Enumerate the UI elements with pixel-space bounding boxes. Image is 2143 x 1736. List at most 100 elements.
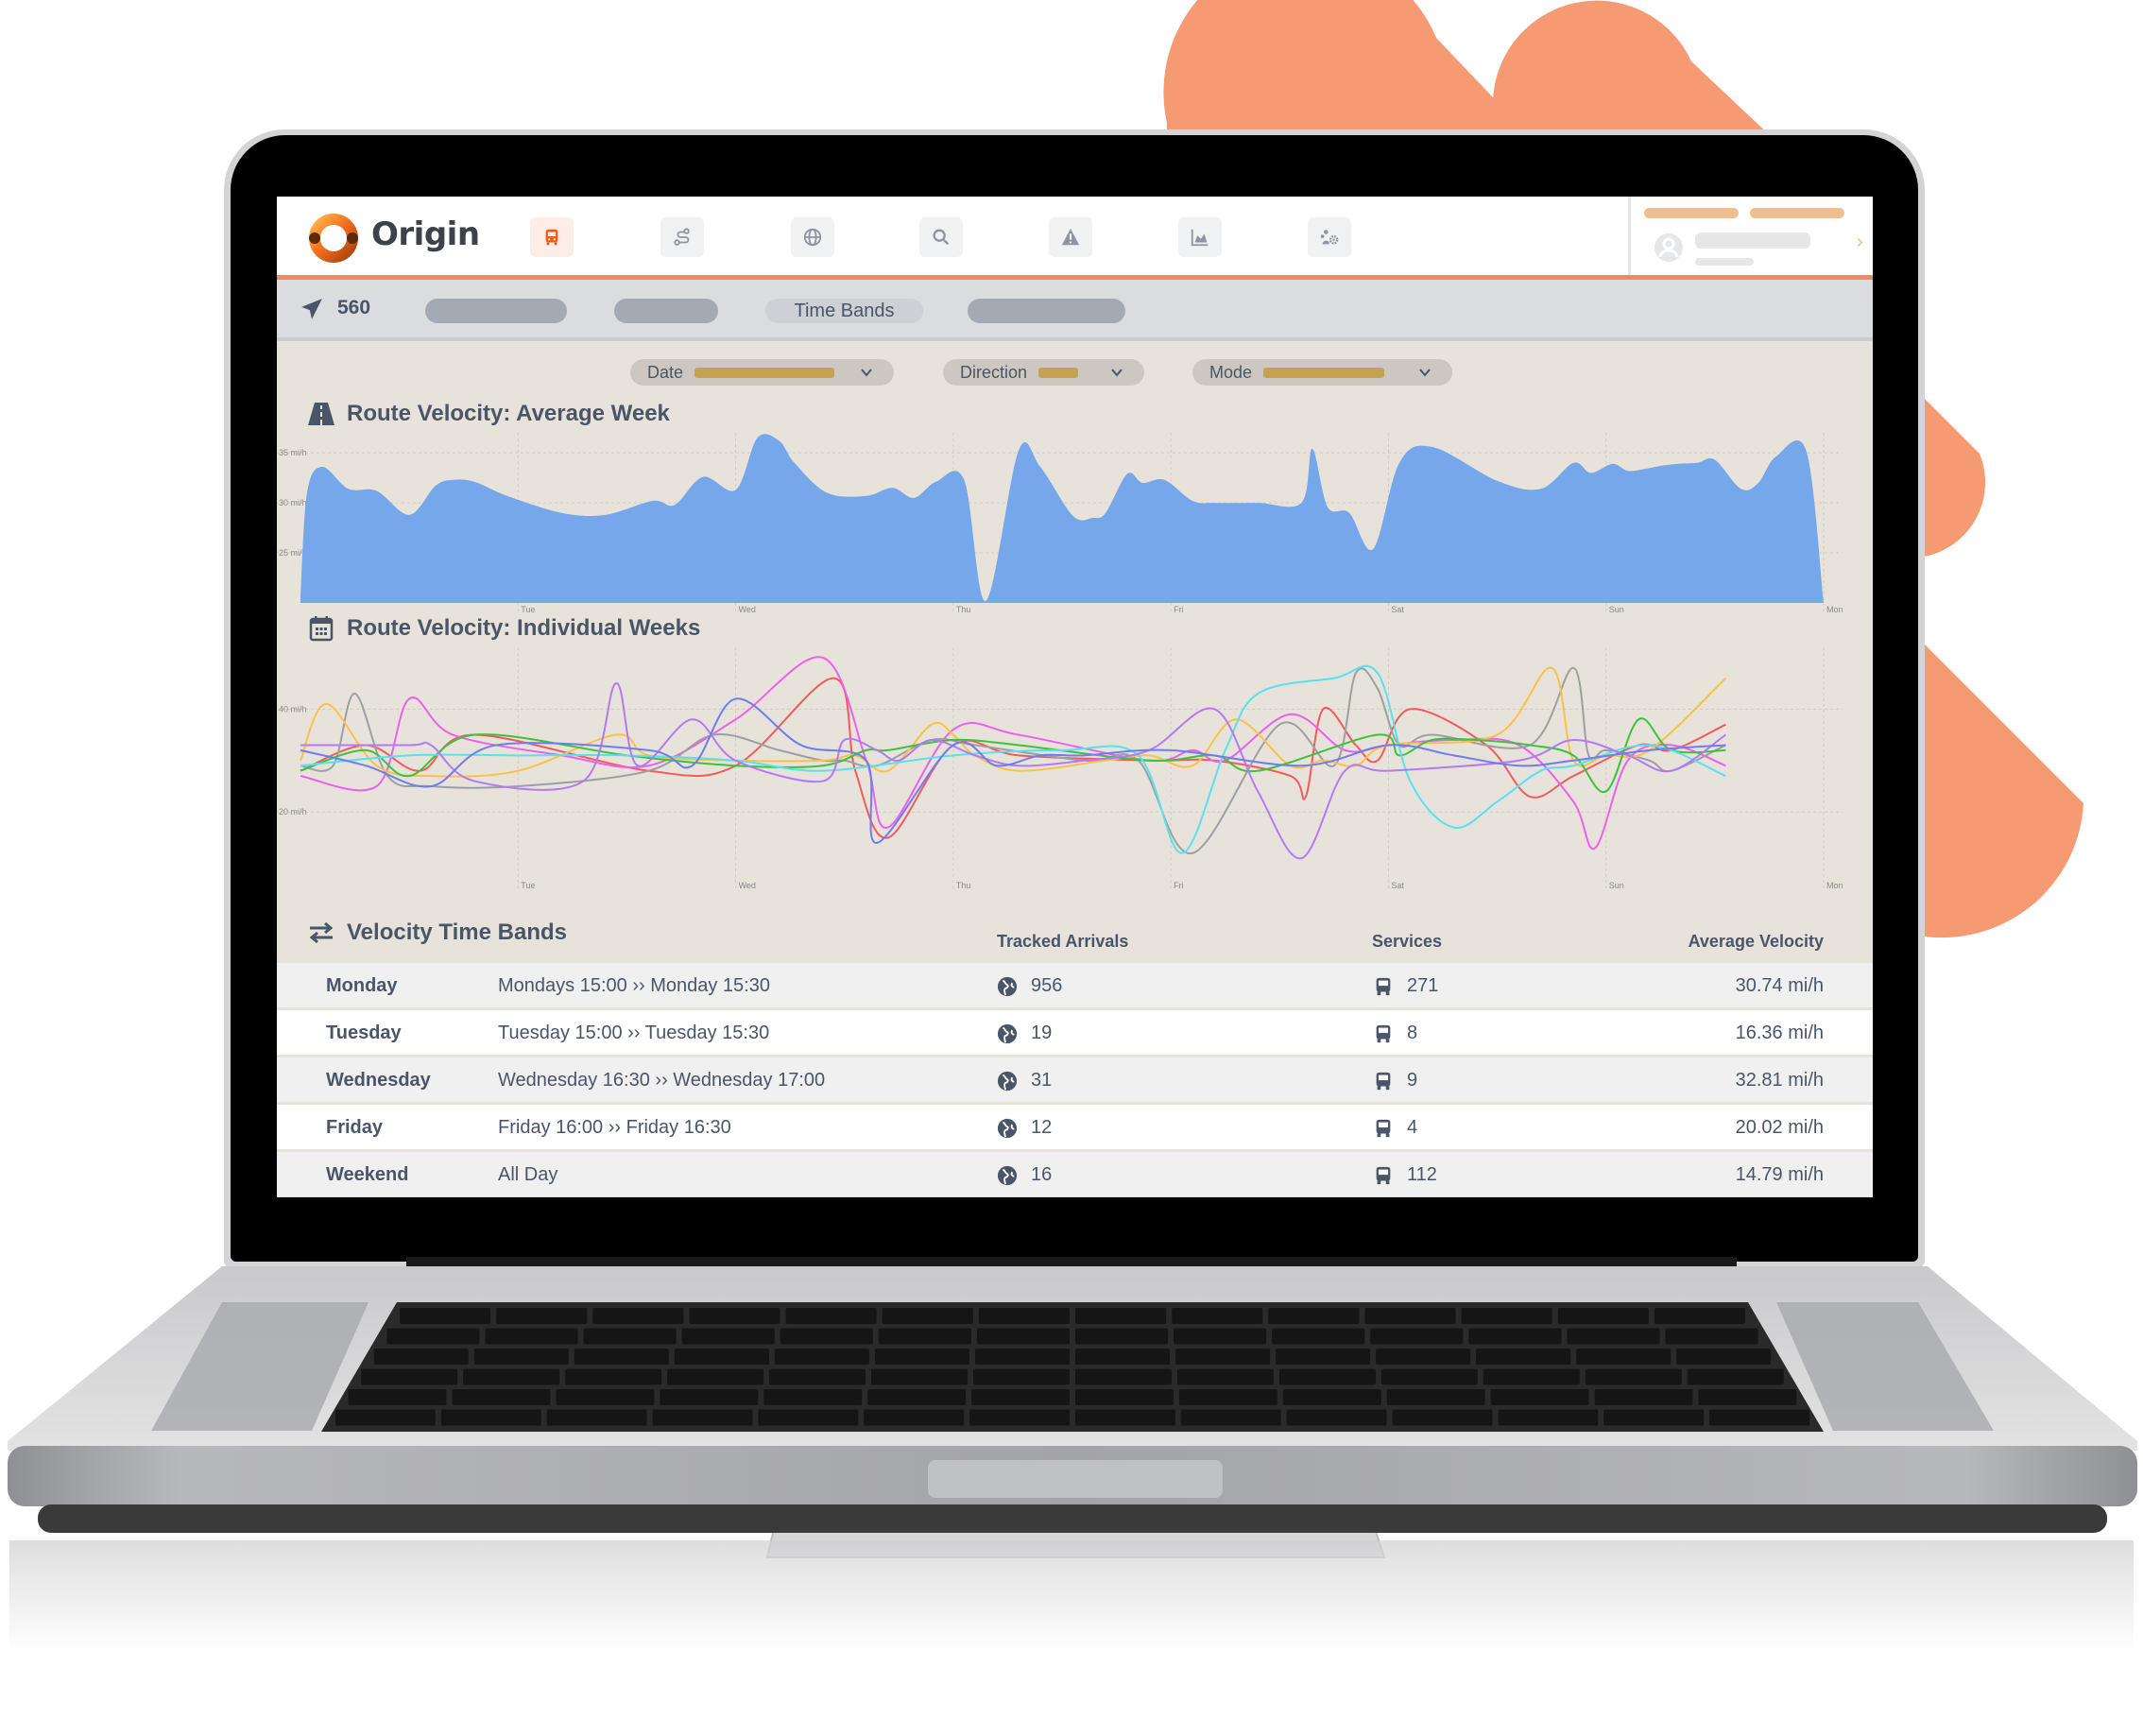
- keyboard-key: [1075, 1349, 1171, 1365]
- nav-alerts[interactable]: [1049, 217, 1092, 257]
- filter-date-value: [694, 367, 835, 378]
- keyboard-key: [1476, 1349, 1571, 1365]
- row-services: 4: [1373, 1117, 1417, 1139]
- keyboard-key: [681, 1328, 775, 1345]
- keyboard-key: [758, 1409, 859, 1426]
- row-arrivals: 956: [997, 975, 1062, 997]
- filter-direction[interactable]: Direction: [943, 359, 1144, 386]
- filter-date[interactable]: Date: [630, 359, 894, 386]
- keyboard-key: [1376, 1349, 1471, 1365]
- subnav-tab-time-bands[interactable]: Time Bands: [765, 299, 923, 323]
- keyboard-key: [1180, 1409, 1281, 1426]
- keyboard-key: [556, 1389, 655, 1405]
- keyboard-key: [667, 1368, 764, 1385]
- keyboard-key: [440, 1409, 541, 1426]
- x-tick-label: Wed: [739, 881, 756, 890]
- keyboard-key: [565, 1368, 662, 1385]
- route-number: 560: [337, 297, 371, 318]
- user-name-placeholder: [1695, 232, 1810, 249]
- nav-routes[interactable]: [660, 217, 704, 257]
- table-row[interactable]: Friday Friday 16:00 ›› Friday 16:30 12 4…: [277, 1102, 1873, 1149]
- keyboard-key: [1498, 1409, 1599, 1426]
- y-tick-label: 20 mi/h: [279, 807, 307, 816]
- timebands-title-text: Velocity Time Bands: [347, 920, 567, 945]
- row-time-band: Friday 16:00 ›› Friday 16:30: [498, 1117, 731, 1138]
- avg-chart-title: Route Velocity: Average Week: [307, 401, 670, 427]
- x-tick-label: Mon: [1826, 605, 1843, 614]
- keyboard-key: [1278, 1368, 1376, 1385]
- keyboard-key: [1286, 1409, 1387, 1426]
- keyboard-key: [1585, 1368, 1682, 1385]
- keyboard-key: [1364, 1308, 1456, 1324]
- keyboard-key: [1174, 1328, 1267, 1345]
- user-tag-placeholder: [1644, 208, 1739, 218]
- table-row[interactable]: Wednesday Wednesday 16:30 ›› Wednesday 1…: [277, 1055, 1873, 1102]
- keyboard-key: [1272, 1328, 1365, 1345]
- row-velocity: 30.74 mi/h: [1735, 975, 1824, 996]
- row-services: 9: [1373, 1070, 1417, 1091]
- x-tick-label: Thu: [956, 881, 971, 890]
- nav-search[interactable]: [919, 217, 963, 257]
- origin-logo-icon: [309, 214, 358, 263]
- laptop-base: [8, 1257, 2137, 1654]
- filter-direction-value: [1038, 367, 1079, 378]
- table-row[interactable]: Monday Mondays 15:00 ›› Monday 15:30 956…: [277, 960, 1873, 1007]
- keyboard-key: [1698, 1389, 1797, 1405]
- keyboard-key: [978, 1308, 1070, 1324]
- nav-users-settings[interactable]: [1308, 217, 1351, 257]
- keyboard-key: [361, 1368, 458, 1385]
- table-row[interactable]: Tuesday Tuesday 15:00 ›› Tuesday 15:30 1…: [277, 1007, 1873, 1055]
- app-screen: Origin › 560 Time Bands Date Direction M…: [277, 197, 1873, 1197]
- table-row[interactable]: Weekend All Day 16 112 14.79 mi/h: [277, 1149, 1873, 1196]
- subnav-tab-placeholder[interactable]: [425, 299, 567, 323]
- chevron-down-icon: [1111, 369, 1123, 377]
- keyboard-key: [473, 1349, 569, 1365]
- row-services: 271: [1373, 975, 1438, 997]
- calendar-icon: [309, 616, 334, 642]
- row-services: 8: [1373, 1023, 1417, 1044]
- col-header-services: Services: [1372, 932, 1443, 951]
- line-series-week-4: [300, 666, 1727, 778]
- keyboard-key: [1380, 1368, 1478, 1385]
- subnav-tab-placeholder[interactable]: [968, 299, 1125, 323]
- indiv-chart-title-text: Route Velocity: Individual Weeks: [347, 615, 701, 641]
- filter-mode-value: [1263, 367, 1385, 378]
- bus-icon: [1376, 1119, 1391, 1137]
- keyboard-key: [785, 1308, 877, 1324]
- keyboard-key: [373, 1349, 469, 1365]
- row-day: Tuesday: [326, 1023, 402, 1043]
- keyboard-key: [867, 1389, 967, 1405]
- keyboard-key: [660, 1389, 759, 1405]
- filter-mode[interactable]: Mode: [1192, 359, 1452, 386]
- x-tick-label: Tue: [521, 605, 535, 614]
- nav-analytics[interactable]: [1178, 217, 1222, 257]
- front-notch: [928, 1460, 1223, 1498]
- keyboard-key: [1370, 1328, 1464, 1345]
- keyboard-key: [1268, 1308, 1360, 1324]
- x-tick-label: Fri: [1174, 881, 1184, 890]
- row-services-value: 8: [1407, 1023, 1418, 1043]
- nav-bus[interactable]: [530, 217, 574, 257]
- keyboard-key: [882, 1308, 973, 1324]
- globe-icon: [997, 1165, 1018, 1185]
- keyboard-key: [1594, 1389, 1693, 1405]
- user-tag-placeholder: [1750, 208, 1844, 218]
- individual-weeks-chart: Tue Wed Thu Fri Sat Sun Mon 20 mi/h 40 mi/h: [277, 647, 1843, 890]
- keyboard-key: [348, 1389, 447, 1405]
- x-tick-label: Fri: [1174, 605, 1184, 614]
- bus-icon: [1376, 1072, 1391, 1090]
- location-arrow-icon: [301, 299, 322, 319]
- row-velocity: 16.36 mi/h: [1735, 1023, 1824, 1043]
- avg-velocity-chart: Tue Wed Thu Fri Sat Sun Mon25 mi/h30 mi/h35 mi…: [277, 433, 1843, 614]
- user-menu-chevron[interactable]: ›: [1856, 231, 1864, 254]
- row-velocity: 32.81 mi/h: [1735, 1070, 1824, 1091]
- keyboard-key: [496, 1308, 588, 1324]
- line-series-week-6: [300, 664, 1726, 854]
- row-services-value: 9: [1407, 1070, 1418, 1091]
- keyboard-key: [763, 1389, 863, 1405]
- subnav-tab-placeholder[interactable]: [614, 299, 718, 323]
- line-series-week-2: [300, 656, 1726, 851]
- brand-name: Origin: [371, 215, 480, 253]
- nav-network[interactable]: [791, 217, 834, 257]
- user-menu[interactable]: ›: [1628, 197, 1873, 275]
